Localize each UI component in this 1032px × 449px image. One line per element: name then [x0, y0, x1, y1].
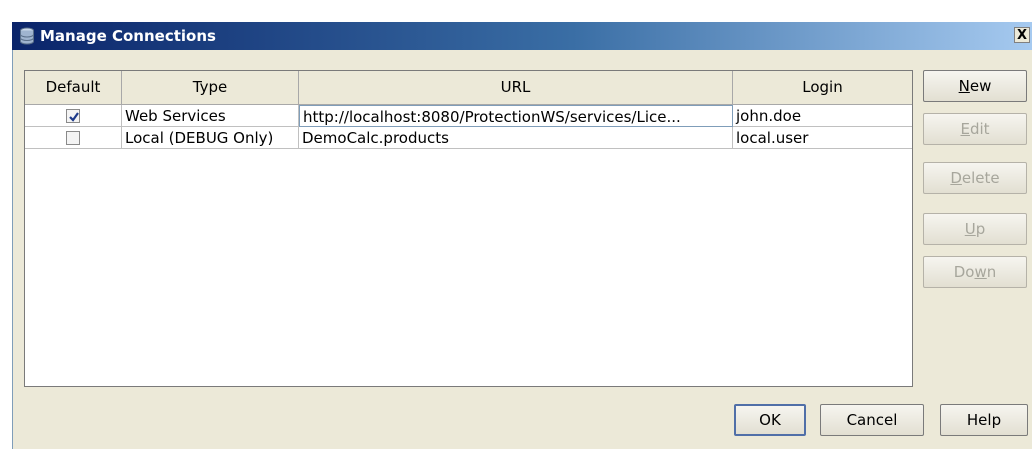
url-cell[interactable]: DemoCalc.products	[299, 127, 733, 149]
delete-button-label-post: elete	[961, 169, 1000, 187]
help-button[interactable]: Help	[940, 404, 1028, 436]
desktop-background: Manage Connections X Default Type URL Lo…	[0, 0, 1032, 449]
dialog-titlebar[interactable]: Manage Connections X	[12, 22, 1032, 50]
delete-button[interactable]: Delete	[923, 162, 1027, 194]
up-button[interactable]: Up	[923, 213, 1027, 245]
login-cell[interactable]: local.user	[733, 127, 912, 149]
database-icon	[19, 27, 35, 45]
default-checkbox[interactable]	[66, 109, 80, 123]
column-header-url[interactable]: URL	[299, 71, 733, 104]
default-cell[interactable]	[25, 105, 122, 127]
type-cell[interactable]: Web Services	[122, 105, 299, 127]
ok-button[interactable]: OK	[734, 404, 806, 436]
default-cell[interactable]	[25, 127, 122, 149]
delete-button-mnemonic: D	[950, 169, 962, 187]
edit-button[interactable]: Edit	[923, 113, 1027, 145]
default-checkbox[interactable]	[66, 131, 80, 145]
edit-button-label-post: dit	[969, 120, 990, 138]
down-button-mnemonic: w	[974, 263, 987, 281]
column-header-type[interactable]: Type	[122, 71, 299, 104]
new-button-label-post: ew	[969, 77, 992, 95]
column-header-default[interactable]: Default	[25, 71, 122, 104]
dialog-title: Manage Connections	[40, 27, 216, 45]
close-button[interactable]: X	[1014, 27, 1030, 43]
down-button-label-post: n	[986, 263, 997, 281]
table-row[interactable]: Web Services http://localhost:8080/Prote…	[25, 105, 912, 127]
down-button[interactable]: Down	[923, 256, 1027, 288]
table-header: Default Type URL Login	[25, 71, 912, 105]
table-row[interactable]: Local (DEBUG Only) DemoCalc.products loc…	[25, 127, 912, 149]
url-cell[interactable]: http://localhost:8080/ProtectionWS/servi…	[299, 105, 733, 127]
new-button-mnemonic: N	[958, 77, 970, 95]
connections-table[interactable]: Default Type URL Login Web Services http…	[24, 70, 913, 387]
up-button-mnemonic: U	[964, 220, 976, 238]
type-cell[interactable]: Local (DEBUG Only)	[122, 127, 299, 149]
column-header-login[interactable]: Login	[733, 71, 912, 104]
new-button[interactable]: New	[923, 70, 1027, 102]
check-icon	[69, 112, 79, 122]
cancel-button[interactable]: Cancel	[820, 404, 924, 436]
down-button-label-pre: Do	[953, 263, 975, 281]
edit-button-mnemonic: E	[960, 120, 970, 138]
up-button-label-post: p	[975, 220, 986, 238]
login-cell[interactable]: john.doe	[733, 105, 912, 127]
